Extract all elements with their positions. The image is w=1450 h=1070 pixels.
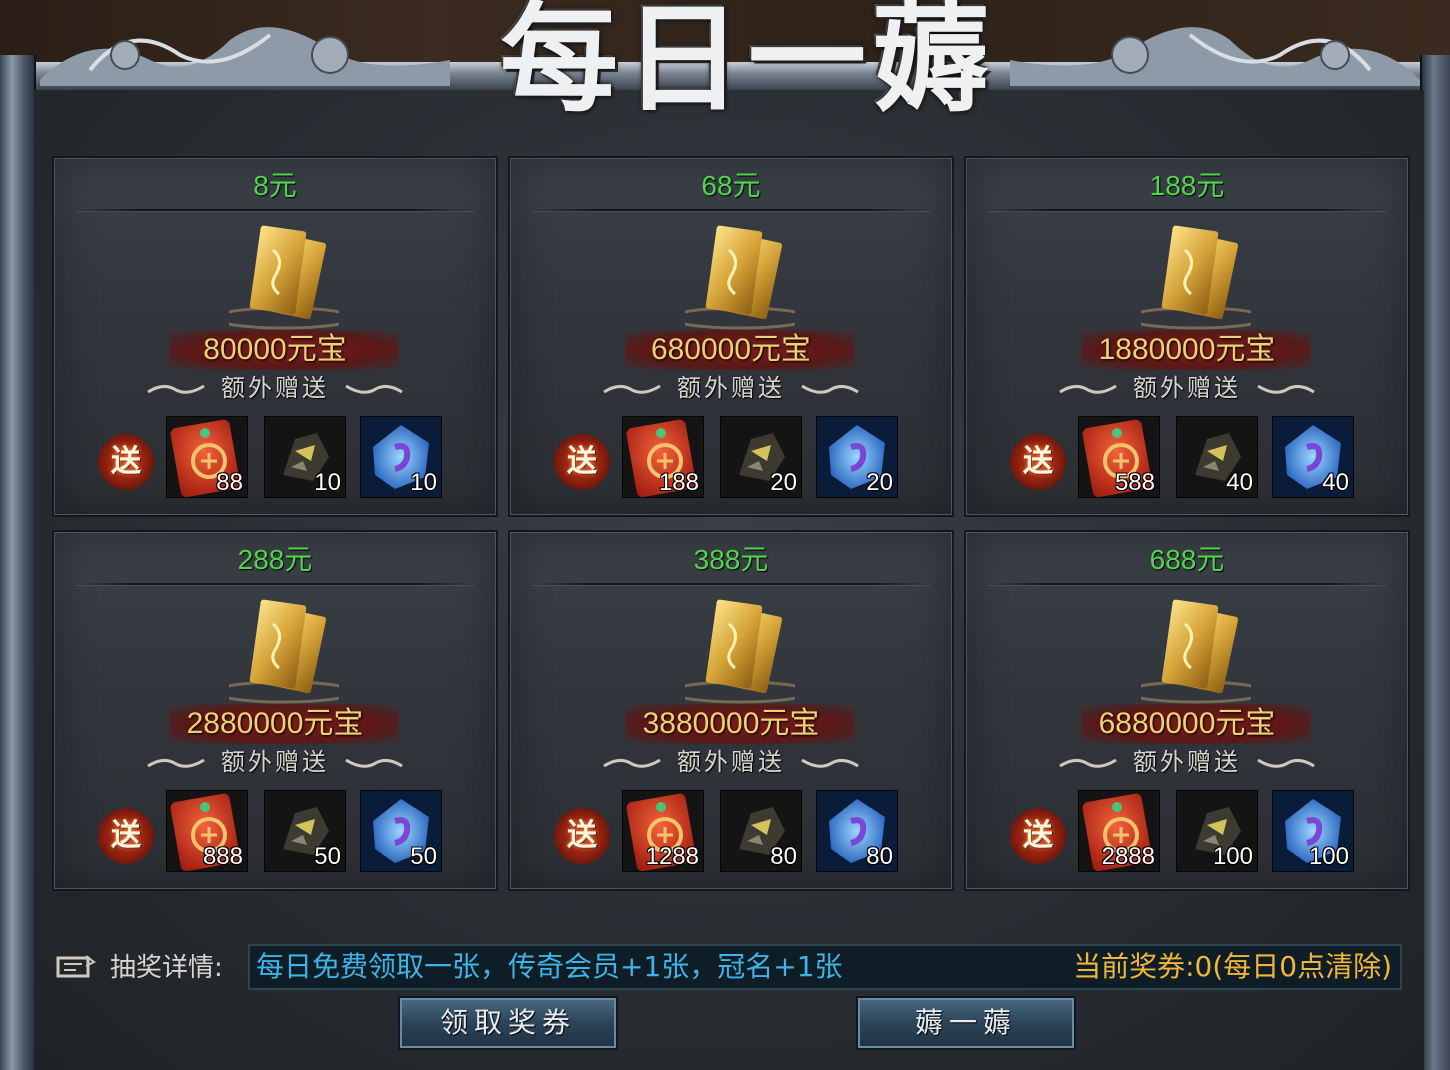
scroll-deco-right-icon [800,380,860,396]
reward-count: 40 [1322,469,1349,496]
extra-gift-label: 额外赠送 [677,374,785,402]
divider [532,583,930,586]
reward-slot[interactable]: 10 [360,416,442,498]
package-card[interactable]: 188元 1880000元宝额外赠送送 588 40 40 [964,156,1410,517]
gold-ticket-icon [1124,594,1268,704]
reward-count: 100 [1212,843,1253,870]
reward-count: 2888 [1101,843,1155,870]
ingot-amount: 2880000元宝 [186,707,364,740]
reward-slot[interactable]: 40 [1272,416,1354,498]
extra-gift-label: 额外赠送 [221,374,329,402]
package-card[interactable]: 688元 6880000元宝额外赠送送 2888 100 100 [964,530,1410,891]
divider [76,583,474,586]
extra-gift-label: 额外赠送 [221,748,329,776]
page-title: 每日一薅 [500,0,997,128]
reward-slot[interactable]: 50 [264,790,346,872]
lottery-details-text: 每日免费领取一张，传奇会员+1张，冠名+1张 [256,950,843,983]
package-price: 8元 [253,170,297,201]
reward-slot[interactable]: 20 [816,416,898,498]
scroll-deco-right-icon [344,754,404,770]
package-card[interactable]: 288元 2880000元宝额外赠送送 888 50 50 [52,530,498,891]
ticket-info-icon [56,955,96,978]
extra-gift-label: 额外赠送 [1133,748,1241,776]
draw-button[interactable]: 薅一薅 [856,996,1076,1050]
send-badge: 送 [1010,434,1066,490]
reward-count: 20 [770,469,797,496]
ingot-amount: 80000元宝 [203,333,347,366]
ingot-amount: 6880000元宝 [1098,707,1276,740]
current-tickets-text: 当前奖券:0(每日0点清除) [1073,950,1392,983]
frame-right-border [1420,55,1450,1070]
divider [532,209,930,212]
lottery-details-label: 抽奖详情: [110,953,223,983]
reward-count: 1288 [645,843,699,870]
ingot-amount: 680000元宝 [650,333,812,366]
send-badge: 送 [98,434,154,490]
reward-count: 588 [1114,469,1155,496]
package-price: 388元 [693,544,769,575]
reward-slot[interactable]: 88 [166,416,248,498]
reward-count: 10 [410,469,437,496]
package-price: 68元 [701,170,761,201]
scroll-deco-right-icon [800,754,860,770]
reward-slot[interactable]: 588 [1078,416,1160,498]
divider [76,209,474,212]
reward-slot[interactable]: 100 [1176,790,1258,872]
gold-ticket-icon [668,220,812,330]
reward-count: 80 [770,843,797,870]
scroll-deco-right-icon [1256,754,1316,770]
reward-count: 10 [314,469,341,496]
reward-count: 100 [1308,843,1349,870]
reward-count: 888 [202,843,243,870]
reward-count: 20 [866,469,893,496]
send-badge: 送 [554,808,610,864]
gold-ticket-icon [212,220,356,330]
ingot-amount: 3880000元宝 [642,707,820,740]
gold-ticket-icon [668,594,812,704]
reward-slot[interactable]: 188 [622,416,704,498]
scroll-deco-right-icon [344,380,404,396]
divider [988,209,1386,212]
package-card[interactable]: 68元 680000元宝额外赠送送 188 20 20 [508,156,954,517]
scroll-deco-right-icon [1256,380,1316,396]
extra-gift-label: 额外赠送 [677,748,785,776]
reward-count: 88 [216,469,243,496]
reward-slot[interactable]: 20 [720,416,802,498]
divider [988,583,1386,586]
gold-ticket-icon [1124,220,1268,330]
package-price: 188元 [1149,170,1225,201]
package-price: 688元 [1149,544,1225,575]
send-badge: 送 [554,434,610,490]
reward-slot[interactable]: 10 [264,416,346,498]
reward-count: 188 [658,469,699,496]
package-price: 288元 [237,544,313,575]
lottery-details-bar: 每日免费领取一张，传奇会员+1张，冠名+1张 当前奖券:0(每日0点清除) [248,944,1402,990]
dragon-ornament-right-icon [1010,27,1420,86]
extra-gift-label: 额外赠送 [1133,374,1241,402]
frame-left-border [0,55,36,1070]
reward-slot[interactable]: 40 [1176,416,1258,498]
reward-count: 50 [410,843,437,870]
dragon-ornament-left-icon [40,27,450,86]
claim-ticket-button[interactable]: 领取奖券 [398,996,618,1050]
ingot-amount: 1880000元宝 [1098,333,1276,366]
reward-count: 40 [1226,469,1253,496]
package-card[interactable]: 388元 3880000元宝额外赠送送 1288 80 80 [508,530,954,891]
reward-count: 80 [866,843,893,870]
send-badge: 送 [1010,808,1066,864]
gold-ticket-icon [212,594,356,704]
reward-slot[interactable]: 888 [166,790,248,872]
reward-slot[interactable]: 50 [360,790,442,872]
reward-slot[interactable]: 100 [1272,790,1354,872]
send-badge: 送 [98,808,154,864]
reward-slot[interactable]: 2888 [1078,790,1160,872]
package-card[interactable]: 8元 80000元宝额外赠送送 88 10 10 [52,156,498,517]
reward-count: 50 [314,843,341,870]
reward-slot[interactable]: 80 [816,790,898,872]
reward-slot[interactable]: 1288 [622,790,704,872]
reward-slot[interactable]: 80 [720,790,802,872]
